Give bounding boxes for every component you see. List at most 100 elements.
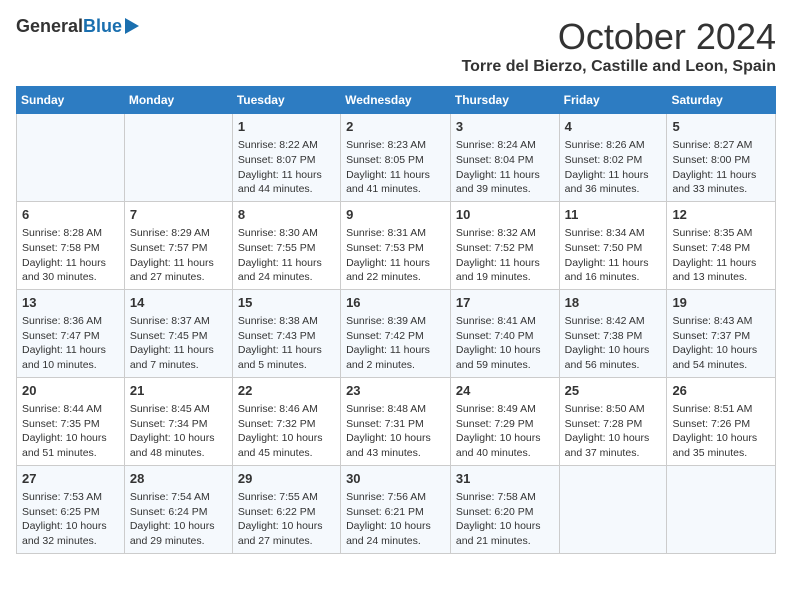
calendar-cell: 26 Sunrise: 8:51 AM Sunset: 7:26 PM Dayli…: [667, 377, 776, 465]
day-info: Sunrise: 8:50 AM Sunset: 7:28 PM Dayligh…: [565, 402, 662, 461]
calendar-cell: 10Sunrise: 8:32 AM Sunset: 7:52 PM Dayli…: [450, 201, 559, 289]
day-header-sunday: Sunday: [17, 87, 125, 114]
calendar-cell: 24 Sunrise: 8:49 AM Sunset: 7:29 PM Dayli…: [450, 377, 559, 465]
day-number: 17: [456, 294, 554, 312]
calendar-cell: 4 Sunrise: 8:26 AM Sunset: 8:02 PM Daylig…: [559, 114, 667, 202]
logo-blue-text: Blue: [83, 16, 122, 37]
day-number: 16: [346, 294, 445, 312]
day-number: 28: [130, 470, 227, 488]
day-info: Sunrise: 8:49 AM Sunset: 7:29 PM Dayligh…: [456, 402, 554, 461]
day-number: 12: [672, 206, 770, 224]
logo-general-text: General: [16, 16, 83, 37]
day-number: 25: [565, 382, 662, 400]
week-row-2: 6 Sunrise: 8:28 AM Sunset: 7:58 PM Daylig…: [17, 201, 776, 289]
day-info: Sunrise: 8:31 AM Sunset: 7:53 PM Dayligh…: [346, 226, 445, 285]
day-number: 7: [130, 206, 227, 224]
calendar-header-row: SundayMondayTuesdayWednesdayThursdayFrid…: [17, 87, 776, 114]
calendar-cell: [667, 465, 776, 553]
calendar-cell: 14Sunrise: 8:37 AM Sunset: 7:45 PM Dayli…: [124, 289, 232, 377]
day-number: 26: [672, 382, 770, 400]
week-row-4: 20 Sunrise: 8:44 AM Sunset: 7:35 PM Dayli…: [17, 377, 776, 465]
day-info: Sunrise: 8:24 AM Sunset: 8:04 PM Dayligh…: [456, 138, 554, 197]
day-info: Sunrise: 8:44 AM Sunset: 7:35 PM Dayligh…: [22, 402, 119, 461]
calendar-cell: [17, 114, 125, 202]
day-info: Sunrise: 8:42 AM Sunset: 7:38 PM Dayligh…: [565, 314, 662, 373]
calendar-cell: 21 Sunrise: 8:45 AM Sunset: 7:34 PM Dayli…: [124, 377, 232, 465]
day-number: 31: [456, 470, 554, 488]
logo: General Blue: [16, 16, 139, 37]
day-number: 21: [130, 382, 227, 400]
day-info: Sunrise: 8:43 AM Sunset: 7:37 PM Dayligh…: [672, 314, 770, 373]
day-info: Sunrise: 7:55 AM Sunset: 6:22 PM Dayligh…: [238, 490, 335, 549]
day-info: Sunrise: 8:27 AM Sunset: 8:00 PM Dayligh…: [672, 138, 770, 197]
day-info: Sunrise: 8:35 AM Sunset: 7:48 PM Dayligh…: [672, 226, 770, 285]
calendar-cell: 17 Sunrise: 8:41 AM Sunset: 7:40 PM Dayli…: [450, 289, 559, 377]
day-header-monday: Monday: [124, 87, 232, 114]
day-info: Sunrise: 8:34 AM Sunset: 7:50 PM Dayligh…: [565, 226, 662, 285]
week-row-1: 1 Sunrise: 8:22 AM Sunset: 8:07 PM Daylig…: [17, 114, 776, 202]
day-info: Sunrise: 8:48 AM Sunset: 7:31 PM Dayligh…: [346, 402, 445, 461]
day-header-tuesday: Tuesday: [232, 87, 340, 114]
calendar-cell: 8 Sunrise: 8:30 AM Sunset: 7:55 PM Daylig…: [232, 201, 340, 289]
calendar-cell: 29 Sunrise: 7:55 AM Sunset: 6:22 PM Dayli…: [232, 465, 340, 553]
day-info: Sunrise: 7:58 AM Sunset: 6:20 PM Dayligh…: [456, 490, 554, 549]
day-number: 27: [22, 470, 119, 488]
calendar-cell: 20 Sunrise: 8:44 AM Sunset: 7:35 PM Dayli…: [17, 377, 125, 465]
day-number: 8: [238, 206, 335, 224]
calendar-cell: 9 Sunrise: 8:31 AM Sunset: 7:53 PM Daylig…: [341, 201, 451, 289]
calendar-cell: 7 Sunrise: 8:29 AM Sunset: 7:57 PM Daylig…: [124, 201, 232, 289]
day-number: 6: [22, 206, 119, 224]
calendar-table: SundayMondayTuesdayWednesdayThursdayFrid…: [16, 86, 776, 554]
day-number: 23: [346, 382, 445, 400]
day-info: Sunrise: 8:28 AM Sunset: 7:58 PM Dayligh…: [22, 226, 119, 285]
day-info: Sunrise: 8:39 AM Sunset: 7:42 PM Dayligh…: [346, 314, 445, 373]
calendar-cell: 1 Sunrise: 8:22 AM Sunset: 8:07 PM Daylig…: [232, 114, 340, 202]
day-number: 2: [346, 118, 445, 136]
calendar-cell: 16 Sunrise: 8:39 AM Sunset: 7:42 PM Dayli…: [341, 289, 451, 377]
day-number: 20: [22, 382, 119, 400]
calendar-cell: 11 Sunrise: 8:34 AM Sunset: 7:50 PM Dayli…: [559, 201, 667, 289]
day-info: Sunrise: 7:53 AM Sunset: 6:25 PM Dayligh…: [22, 490, 119, 549]
day-info: Sunrise: 8:23 AM Sunset: 8:05 PM Dayligh…: [346, 138, 445, 197]
location-title: Torre del Bierzo, Castille and Leon, Spa…: [462, 58, 776, 76]
day-number: 9: [346, 206, 445, 224]
day-info: Sunrise: 7:54 AM Sunset: 6:24 PM Dayligh…: [130, 490, 227, 549]
calendar-cell: 31 Sunrise: 7:58 AM Sunset: 6:20 PM Dayli…: [450, 465, 559, 553]
day-number: 13: [22, 294, 119, 312]
day-number: 18: [565, 294, 662, 312]
day-info: Sunrise: 8:26 AM Sunset: 8:02 PM Dayligh…: [565, 138, 662, 197]
day-info: Sunrise: 8:30 AM Sunset: 7:55 PM Dayligh…: [238, 226, 335, 285]
day-number: 1: [238, 118, 335, 136]
day-header-friday: Friday: [559, 87, 667, 114]
day-info: Sunrise: 8:41 AM Sunset: 7:40 PM Dayligh…: [456, 314, 554, 373]
day-info: Sunrise: 8:36 AM Sunset: 7:47 PM Dayligh…: [22, 314, 119, 373]
calendar-cell: [124, 114, 232, 202]
calendar-cell: 3 Sunrise: 8:24 AM Sunset: 8:04 PM Daylig…: [450, 114, 559, 202]
day-number: 24: [456, 382, 554, 400]
calendar-cell: [559, 465, 667, 553]
calendar-cell: 22Sunrise: 8:46 AM Sunset: 7:32 PM Dayli…: [232, 377, 340, 465]
week-row-5: 27 Sunrise: 7:53 AM Sunset: 6:25 PM Dayli…: [17, 465, 776, 553]
calendar-cell: 27 Sunrise: 7:53 AM Sunset: 6:25 PM Dayli…: [17, 465, 125, 553]
day-number: 11: [565, 206, 662, 224]
calendar-cell: 28 Sunrise: 7:54 AM Sunset: 6:24 PM Dayli…: [124, 465, 232, 553]
day-info: Sunrise: 8:45 AM Sunset: 7:34 PM Dayligh…: [130, 402, 227, 461]
calendar-cell: 6 Sunrise: 8:28 AM Sunset: 7:58 PM Daylig…: [17, 201, 125, 289]
day-number: 29: [238, 470, 335, 488]
day-info: Sunrise: 7:56 AM Sunset: 6:21 PM Dayligh…: [346, 490, 445, 549]
day-number: 4: [565, 118, 662, 136]
calendar-cell: 5Sunrise: 8:27 AM Sunset: 8:00 PM Daylig…: [667, 114, 776, 202]
day-number: 14: [130, 294, 227, 312]
day-info: Sunrise: 8:38 AM Sunset: 7:43 PM Dayligh…: [238, 314, 335, 373]
calendar-cell: 18 Sunrise: 8:42 AM Sunset: 7:38 PM Dayli…: [559, 289, 667, 377]
day-number: 30: [346, 470, 445, 488]
calendar-cell: 13 Sunrise: 8:36 AM Sunset: 7:47 PM Dayli…: [17, 289, 125, 377]
calendar-cell: 25 Sunrise: 8:50 AM Sunset: 7:28 PM Dayli…: [559, 377, 667, 465]
day-info: Sunrise: 8:51 AM Sunset: 7:26 PM Dayligh…: [672, 402, 770, 461]
day-number: 3: [456, 118, 554, 136]
logo-arrow-icon: [125, 18, 139, 34]
day-header-saturday: Saturday: [667, 87, 776, 114]
calendar-cell: 15Sunrise: 8:38 AM Sunset: 7:43 PM Dayli…: [232, 289, 340, 377]
day-info: Sunrise: 8:22 AM Sunset: 8:07 PM Dayligh…: [238, 138, 335, 197]
day-info: Sunrise: 8:29 AM Sunset: 7:57 PM Dayligh…: [130, 226, 227, 285]
